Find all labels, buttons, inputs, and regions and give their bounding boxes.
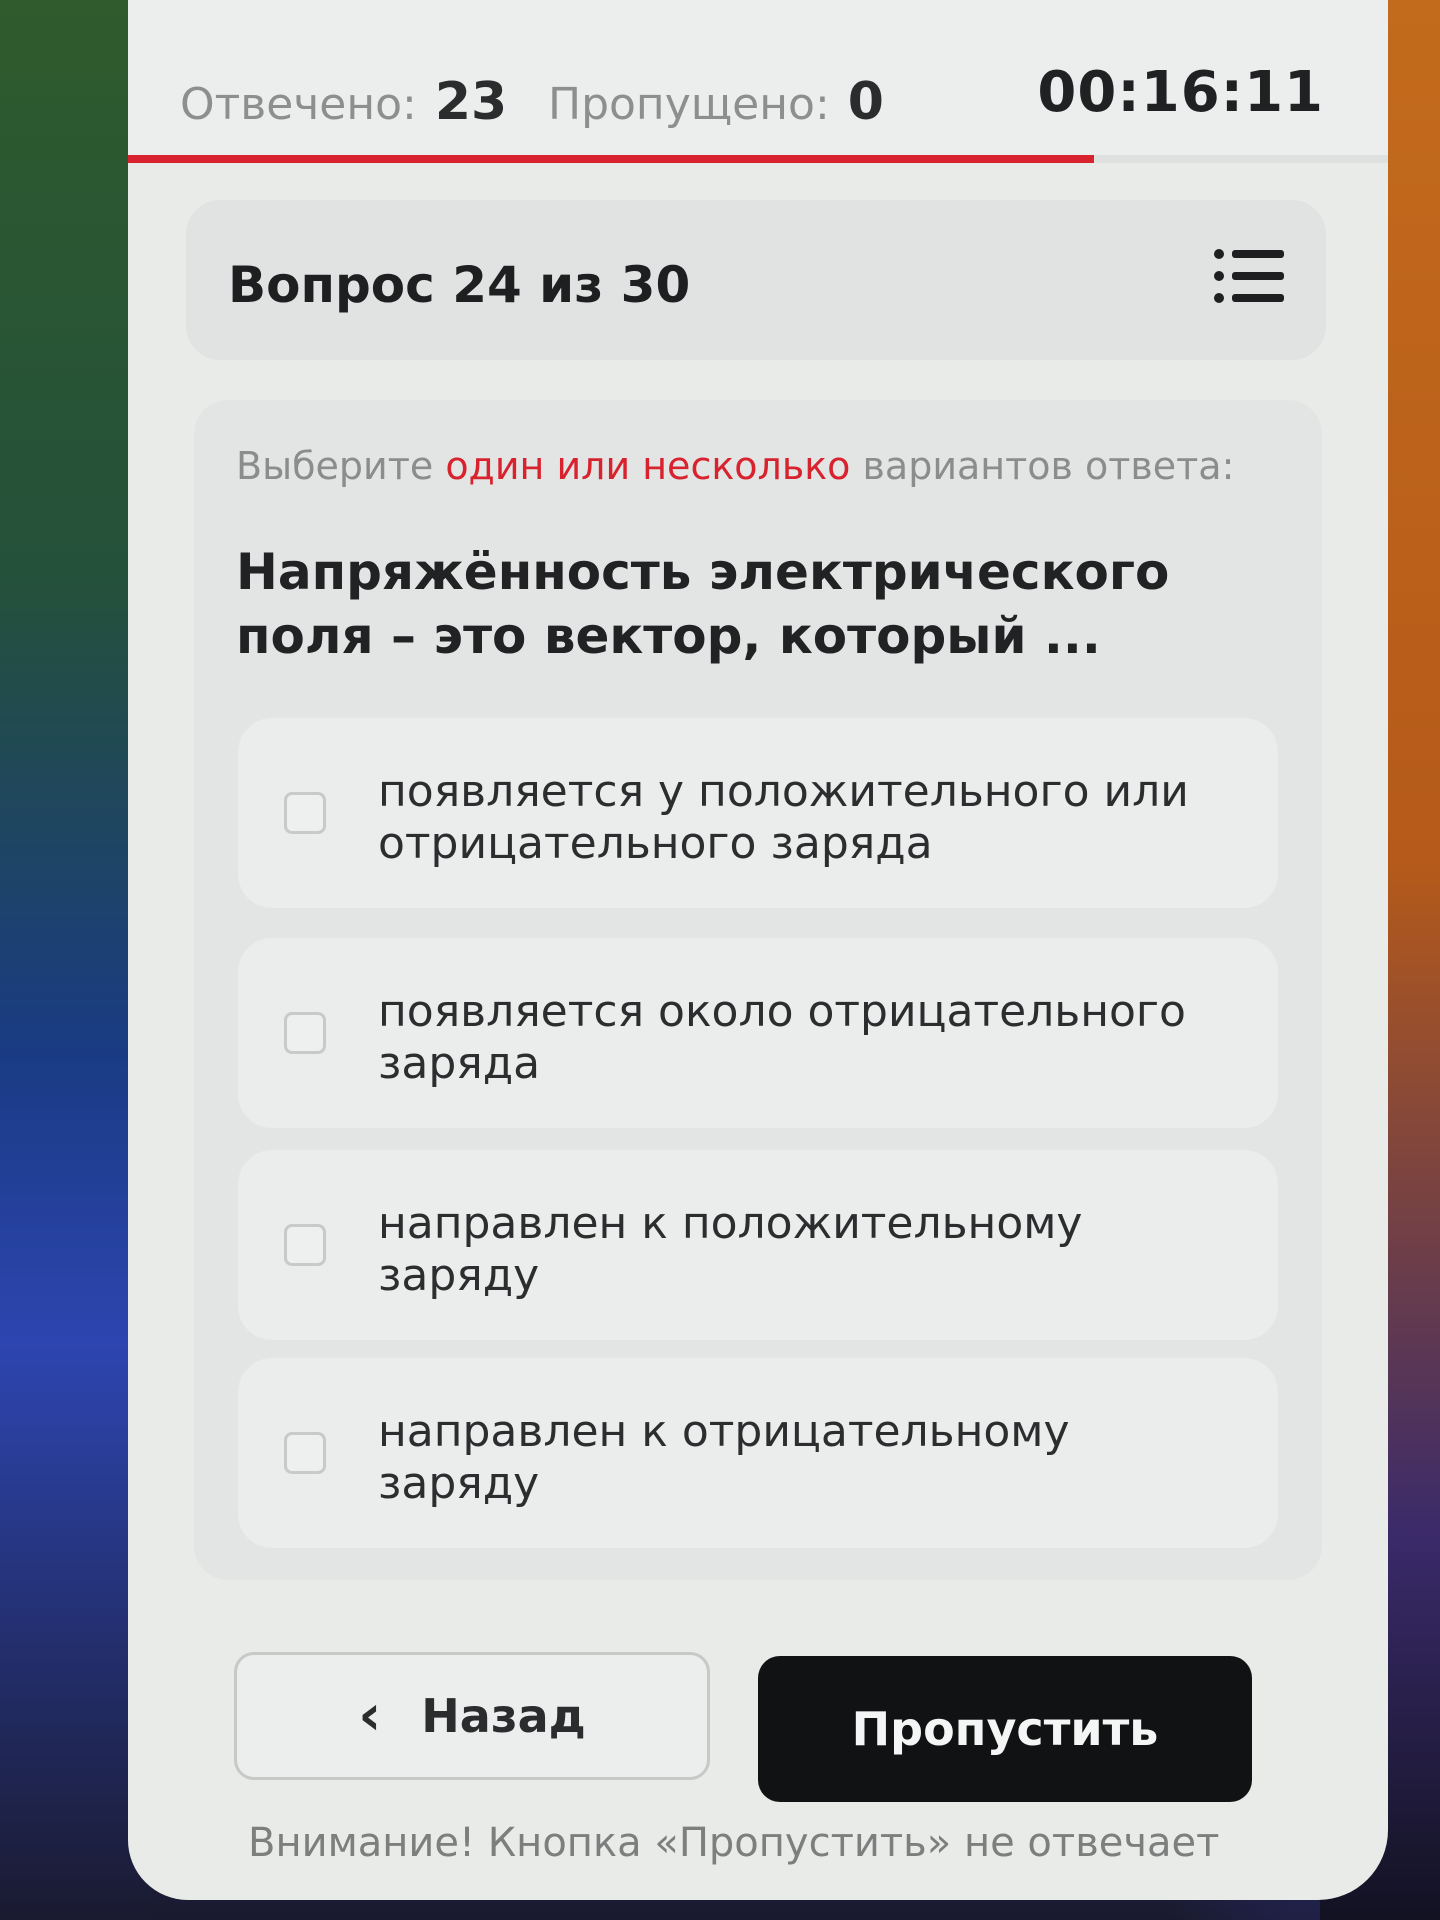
instruction-suffix: вариантов ответа: xyxy=(862,444,1235,488)
option-label: направлен к положительному заряду xyxy=(378,1198,1083,1301)
chevron-left-icon: ‹ xyxy=(358,1683,382,1748)
option-checkbox[interactable] xyxy=(284,1224,326,1266)
option-label: появляется у положительного или отрицате… xyxy=(378,766,1189,869)
skipped-label: Пропущено: xyxy=(548,79,830,130)
skip-warning: Внимание! Кнопка «Пропустить» не отвечае… xyxy=(248,1820,1220,1866)
answer-option-2[interactable]: появляется около отрицательного заряда xyxy=(238,938,1278,1128)
timer: 00:16:11 xyxy=(1037,60,1324,125)
question-header: Вопрос 24 из 30 xyxy=(186,200,1326,360)
back-button[interactable]: ‹ Назад xyxy=(234,1652,710,1780)
skip-button[interactable]: Пропустить xyxy=(758,1656,1252,1802)
option-label: появляется около отрицательного заряда xyxy=(378,986,1186,1089)
quiz-panel: Отвечено: 23 Пропущено: 0 00:16:11 Вопро… xyxy=(128,0,1388,1900)
answer-option-1[interactable]: появляется у положительного или отрицате… xyxy=(238,718,1278,908)
stats-bar: Отвечено: 23 Пропущено: 0 00:16:11 xyxy=(128,0,1388,163)
skipped-stat: Пропущено: 0 xyxy=(548,72,884,132)
question-card: Выберите один или несколько вариантов от… xyxy=(194,400,1322,1580)
skipped-count: 0 xyxy=(847,72,884,132)
question-list-button[interactable] xyxy=(1212,244,1286,308)
option-checkbox[interactable] xyxy=(284,1012,326,1054)
list-icon xyxy=(1214,249,1284,303)
progress-bar xyxy=(128,155,1388,163)
option-checkbox[interactable] xyxy=(284,1432,326,1474)
progress-fill xyxy=(128,155,1095,163)
instruction: Выберите один или несколько вариантов от… xyxy=(236,444,1234,488)
question-counter: Вопрос 24 из 30 xyxy=(228,256,691,314)
answer-option-4[interactable]: направлен к отрицательному заряду xyxy=(238,1358,1278,1548)
option-checkbox[interactable] xyxy=(284,792,326,834)
question-text: Напряжённость электрического поля – это … xyxy=(236,543,1170,665)
instruction-prefix: Выберите xyxy=(236,444,434,488)
skip-button-label: Пропустить xyxy=(851,1702,1159,1756)
option-label: направлен к отрицательному заряду xyxy=(378,1406,1070,1509)
answer-option-3[interactable]: направлен к положительному заряду xyxy=(238,1150,1278,1340)
instruction-accent: один или несколько xyxy=(445,444,851,488)
answered-label: Отвечено: xyxy=(180,79,417,130)
back-button-label: Назад xyxy=(421,1689,586,1743)
answered-count: 23 xyxy=(434,72,508,132)
answered-stat: Отвечено: 23 xyxy=(180,72,507,132)
